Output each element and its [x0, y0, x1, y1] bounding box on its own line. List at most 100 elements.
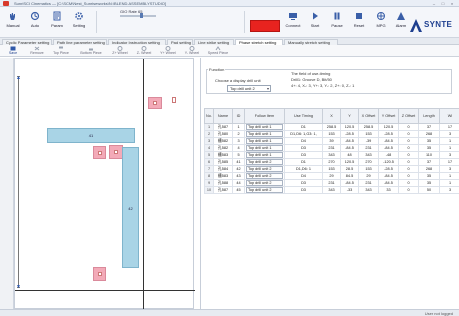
length-cell[interactable]: 37 — [418, 158, 440, 166]
x-offset-cell[interactable]: 231 — [358, 144, 379, 152]
follow-item-dropdown[interactable]: Top drill unit 1 — [244, 137, 285, 145]
width-cell[interactable]: 3 — [439, 130, 459, 138]
drill-unit-select[interactable]: Top drill unit 2 ▾ — [227, 85, 271, 92]
id-cell[interactable]: 3 — [232, 137, 245, 145]
y-plus-wheel-tool-button[interactable]: Y+ Wheel — [156, 45, 180, 57]
table-row[interactable]: 8 槽583 43 Top drill unit 2 D4 29 84.5 29… — [204, 172, 459, 180]
length-cell[interactable]: 110 — [418, 151, 440, 159]
minimize-button[interactable]: – — [430, 1, 438, 6]
id-cell[interactable]: 5 — [232, 151, 245, 159]
id-cell[interactable]: 4 — [232, 144, 245, 152]
z-offset-cell[interactable]: 0 — [398, 151, 419, 159]
x-cell[interactable]: 270 — [322, 158, 341, 166]
width-cell[interactable]: 17 — [439, 158, 459, 166]
x-cell[interactable]: 153 — [322, 165, 341, 173]
alarm-button[interactable]: Alarm — [392, 10, 410, 36]
x-cell[interactable]: 29 — [322, 172, 341, 180]
use-timing-cell[interactable]: D1 — [284, 123, 323, 131]
x-offset-cell[interactable]: 153 — [358, 165, 379, 173]
y-offset-cell[interactable]: -28.5 — [378, 165, 399, 173]
x-cell[interactable]: 39 — [322, 137, 341, 145]
table-row[interactable]: 1 孔587 1 Top drill unit 1 D1 258.5 120.5… — [204, 123, 459, 131]
width-cell[interactable]: 1 — [439, 137, 459, 145]
table-row[interactable]: 7 孔584 42 Top drill unit 2 D1,D6: 1 153 … — [204, 165, 459, 173]
length-cell[interactable]: 37 — [418, 123, 440, 131]
x-offset-cell[interactable]: 153 — [358, 130, 379, 138]
param-button[interactable]: Param — [46, 10, 68, 36]
column-header[interactable]: Y Offset — [378, 108, 399, 124]
part-41[interactable]: 41 — [47, 128, 135, 143]
follow-item-dropdown[interactable]: Top drill unit 1 — [244, 123, 285, 131]
z-plus-wheel-tool-button[interactable]: Z+ Wheel — [108, 45, 132, 57]
x-cell[interactable]: 231 — [322, 179, 341, 187]
name-cell[interactable]: 孔582 — [213, 144, 233, 152]
x-cell[interactable]: 258.5 — [322, 123, 341, 131]
name-cell[interactable]: 槽582 — [213, 137, 233, 145]
drill-marker-pink[interactable] — [148, 97, 162, 109]
reset-button[interactable]: Reset — [348, 10, 370, 36]
drill-marker-pink[interactable] — [109, 145, 123, 159]
follow-item-dropdown[interactable]: Top drill unit 2 — [244, 172, 285, 180]
name-cell[interactable]: 孔580 — [213, 130, 233, 138]
x-offset-cell[interactable]: 258.5 — [358, 123, 379, 131]
x-cell[interactable]: 153 — [322, 130, 341, 138]
id-cell[interactable]: 2 — [232, 130, 245, 138]
y-offset-cell[interactable]: -84.5 — [378, 179, 399, 187]
bottom-piece-tool-button[interactable]: Bottom Piece — [76, 45, 106, 57]
name-cell[interactable]: 槽583 — [213, 151, 233, 159]
y-minus-wheel-tool-button[interactable]: Y- Wheel — [180, 45, 204, 57]
use-timing-cell[interactable]: D3 — [284, 151, 323, 159]
y-cell[interactable]: 120.5 — [340, 123, 359, 131]
z-offset-cell[interactable]: 0 — [398, 165, 419, 173]
column-header[interactable]: ID — [232, 108, 245, 124]
id-cell[interactable]: 41 — [232, 158, 245, 166]
use-timing-cell[interactable]: D1,D6: 1 — [284, 165, 323, 173]
y-offset-cell[interactable]: -84.5 — [378, 137, 399, 145]
id-cell[interactable]: 44 — [232, 179, 245, 187]
width-cell[interactable]: 1 — [439, 179, 459, 187]
remove-tool-button[interactable]: Remove — [25, 45, 49, 57]
length-cell[interactable]: 50 — [418, 186, 440, 194]
column-header[interactable]: Y — [340, 108, 359, 124]
id-cell[interactable]: 45 — [232, 186, 245, 194]
follow-item-dropdown[interactable]: Top drill unit 2 — [244, 179, 285, 187]
column-header[interactable]: Follow Item — [244, 108, 285, 124]
use-timing-cell[interactable]: D1,D6: 1,G3: 1, — [284, 130, 323, 138]
z-offset-cell[interactable]: 0 — [398, 130, 419, 138]
column-header[interactable]: Z Offset — [398, 108, 419, 124]
z-offset-cell[interactable]: 0 — [398, 144, 419, 152]
column-header[interactable]: Name — [213, 108, 233, 124]
use-timing-cell[interactable]: D4 — [284, 137, 323, 145]
follow-item-dropdown[interactable]: Top drill unit 1 — [244, 144, 285, 152]
y-cell[interactable]: -84.5 — [340, 179, 359, 187]
auto-button[interactable]: Auto — [24, 10, 46, 36]
mpg-button[interactable]: MPG — [370, 10, 392, 36]
y-offset-cell[interactable]: -84.5 — [378, 144, 399, 152]
table-row[interactable]: 9 孔588 44 Top drill unit 2 D3 231 -84.5 … — [204, 179, 459, 187]
length-cell[interactable]: 35 — [418, 137, 440, 145]
y-cell[interactable]: 48 — [340, 151, 359, 159]
table-row[interactable]: 6 孔585 41 Top drill unit 2 D1 270 120.5 … — [204, 158, 459, 166]
column-header[interactable]: X Offset — [358, 108, 379, 124]
length-cell[interactable]: 35 — [418, 144, 440, 152]
column-header[interactable]: No. — [204, 108, 214, 124]
pause-button[interactable]: Pause — [326, 10, 348, 36]
table-row[interactable]: 10 孔587 45 Top drill unit 2 D3 343 -33 3… — [204, 186, 459, 194]
x-offset-cell[interactable]: -39 — [358, 137, 379, 145]
speed-slider-handle[interactable] — [140, 13, 143, 18]
use-timing-cell[interactable]: D4 — [284, 172, 323, 180]
table-row[interactable]: 4 孔582 4 Top drill unit 1 D3 231 -84.5 2… — [204, 144, 459, 152]
follow-item-dropdown[interactable]: Top drill unit 2 — [244, 165, 285, 173]
follow-item-dropdown[interactable]: Top drill unit 1 — [244, 130, 285, 138]
length-cell[interactable]: 268 — [418, 165, 440, 173]
width-cell[interactable]: 1 — [439, 172, 459, 180]
connect-button[interactable]: Connect — [282, 10, 304, 36]
y-offset-cell[interactable]: -48 — [378, 151, 399, 159]
z-offset-cell[interactable]: 0 — [398, 158, 419, 166]
name-cell[interactable]: 孔588 — [213, 179, 233, 187]
setting-button[interactable]: Setting — [68, 10, 90, 36]
close-button[interactable]: × — [448, 1, 456, 6]
use-timing-cell[interactable]: D3 — [284, 144, 323, 152]
follow-item-dropdown[interactable]: Top drill unit 1 — [244, 151, 285, 159]
z-offset-cell[interactable]: 0 — [398, 186, 419, 194]
